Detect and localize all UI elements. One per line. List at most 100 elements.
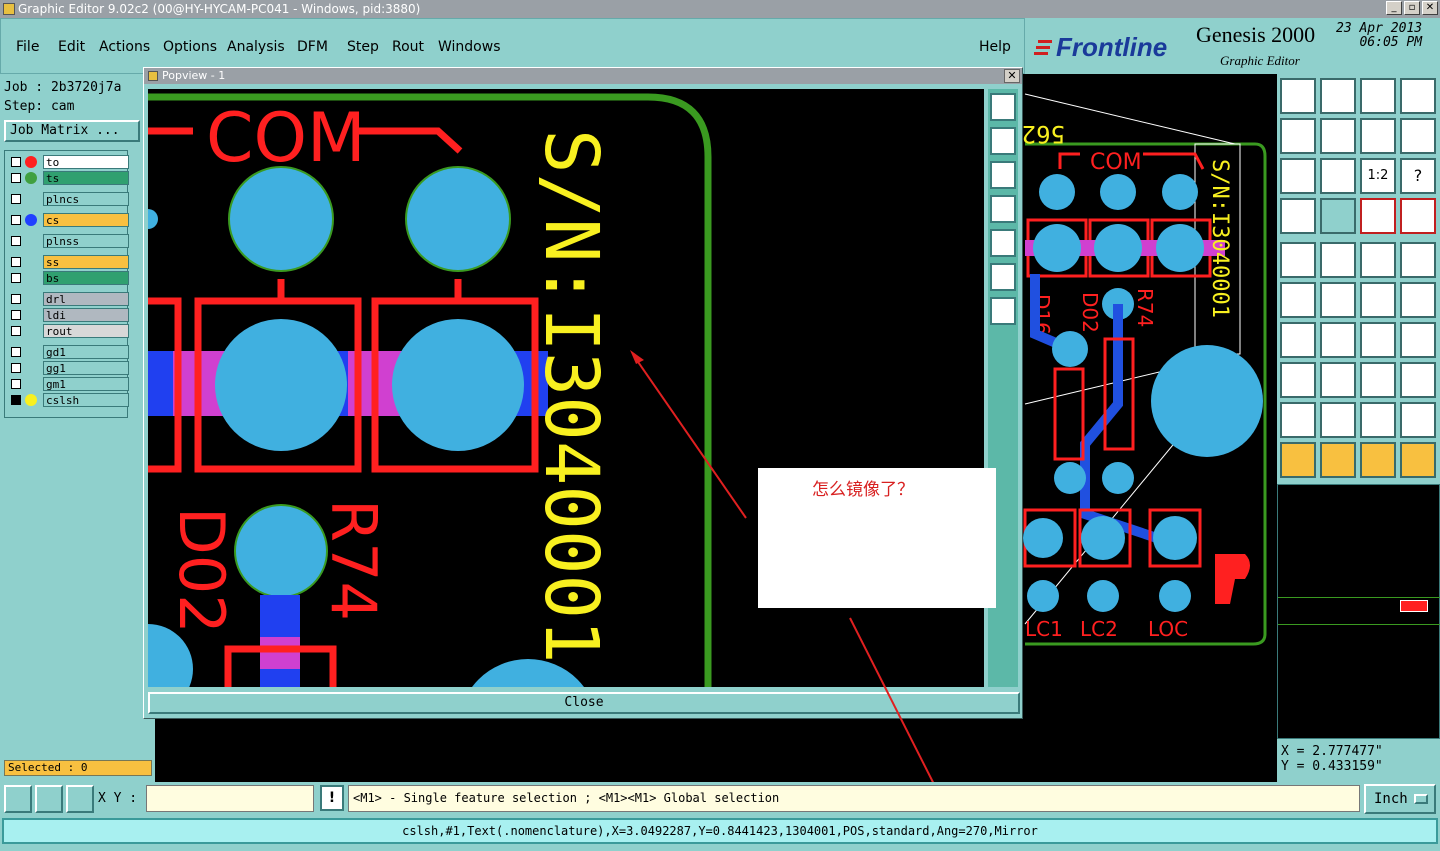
layer-checkbox[interactable] bbox=[11, 257, 21, 267]
tool-button[interactable] bbox=[1360, 402, 1396, 438]
tool-button[interactable] bbox=[1400, 362, 1436, 398]
tool-button[interactable] bbox=[1360, 118, 1396, 154]
menu-file[interactable]: File bbox=[16, 39, 39, 55]
alert-button[interactable]: ! bbox=[320, 785, 344, 811]
tool-button[interactable] bbox=[1400, 402, 1436, 438]
tool-button[interactable] bbox=[1400, 198, 1436, 234]
tool-button[interactable] bbox=[1400, 118, 1436, 154]
layer-row[interactable]: drl bbox=[9, 292, 129, 306]
xy-input[interactable] bbox=[146, 785, 314, 812]
menu-edit[interactable]: Edit bbox=[58, 39, 85, 55]
popview-zoom-in-button[interactable] bbox=[990, 297, 1016, 325]
close-window-button[interactable]: ✕ bbox=[1422, 1, 1438, 15]
popview-zoom-fit-button[interactable] bbox=[990, 93, 1016, 121]
tool-button[interactable] bbox=[1320, 282, 1356, 318]
layer-checkbox[interactable] bbox=[11, 173, 21, 183]
popview-pan-up-button[interactable] bbox=[990, 127, 1016, 155]
tool-button[interactable] bbox=[1280, 282, 1316, 318]
pcb-logo-icon bbox=[1215, 554, 1250, 604]
select-pointer-icon[interactable] bbox=[1400, 442, 1436, 478]
tool-button[interactable] bbox=[1280, 362, 1316, 398]
layer-checkbox[interactable] bbox=[11, 379, 21, 389]
layer-row[interactable]: ss bbox=[9, 255, 129, 269]
menu-step[interactable]: Step bbox=[347, 39, 379, 55]
layer-row[interactable]: cslsh bbox=[9, 393, 129, 407]
menu-rout[interactable]: Rout bbox=[392, 39, 424, 55]
unit-selector[interactable]: Inch bbox=[1364, 784, 1436, 814]
layer-checkbox[interactable] bbox=[11, 273, 21, 283]
tool-button[interactable] bbox=[1320, 242, 1356, 278]
minimize-button[interactable]: _ bbox=[1386, 1, 1402, 15]
ruler-button[interactable] bbox=[1360, 242, 1396, 278]
tool-button[interactable] bbox=[1320, 158, 1356, 194]
tool-button[interactable] bbox=[1320, 78, 1356, 114]
maximize-button[interactable]: ▫ bbox=[1404, 1, 1420, 15]
menu-options[interactable]: Options bbox=[163, 39, 217, 55]
layer-row[interactable]: ts bbox=[9, 171, 129, 185]
tool-button[interactable] bbox=[1320, 322, 1356, 358]
layer-checkbox[interactable] bbox=[11, 236, 21, 246]
tool-button[interactable] bbox=[1360, 362, 1396, 398]
snap-icon[interactable] bbox=[4, 785, 32, 813]
job-matrix-button[interactable]: Job Matrix ... bbox=[4, 120, 140, 142]
layer-row[interactable]: bs bbox=[9, 271, 129, 285]
grid-button[interactable] bbox=[1320, 198, 1356, 234]
tool-button[interactable] bbox=[1280, 322, 1316, 358]
layer-checkbox[interactable] bbox=[11, 157, 21, 167]
tool-button[interactable] bbox=[1400, 322, 1436, 358]
measure-icon[interactable] bbox=[35, 785, 63, 813]
layer-checkbox[interactable] bbox=[11, 215, 21, 225]
grid-snap-icon[interactable] bbox=[66, 785, 94, 813]
tool-button[interactable] bbox=[1360, 78, 1396, 114]
popview-pan-right-button[interactable] bbox=[990, 229, 1016, 257]
zoom-ratio-button[interactable]: 1:2 bbox=[1360, 158, 1396, 194]
product-name: Genesis 2000 bbox=[1196, 22, 1316, 47]
tool-button[interactable] bbox=[1280, 158, 1316, 194]
layer-row[interactable]: gd1 bbox=[9, 345, 129, 359]
layer-row[interactable]: ldi bbox=[9, 308, 129, 322]
layer-row[interactable]: plnss bbox=[9, 234, 129, 248]
tool-button[interactable] bbox=[1280, 402, 1316, 438]
tool-button[interactable] bbox=[1360, 282, 1396, 318]
tool-button[interactable] bbox=[1280, 198, 1316, 234]
help-icon[interactable]: ? bbox=[1400, 158, 1436, 194]
layer-row[interactable]: gm1 bbox=[9, 377, 129, 391]
tool-button[interactable] bbox=[1360, 322, 1396, 358]
layer-checkbox[interactable] bbox=[11, 326, 21, 336]
tool-button[interactable] bbox=[1320, 118, 1356, 154]
layer-checkbox[interactable] bbox=[11, 395, 21, 405]
tool-button[interactable] bbox=[1360, 198, 1396, 234]
menu-help[interactable]: Help bbox=[979, 39, 1011, 55]
select-pointer-icon[interactable] bbox=[1320, 442, 1356, 478]
tool-button[interactable] bbox=[1280, 242, 1316, 278]
overview-minimap[interactable] bbox=[1277, 484, 1440, 739]
tool-button[interactable] bbox=[1320, 362, 1356, 398]
menu-analysis[interactable]: Analysis bbox=[227, 39, 285, 55]
layer-row[interactable]: plncs bbox=[9, 192, 129, 206]
tool-button[interactable] bbox=[1400, 78, 1436, 114]
tool-button[interactable] bbox=[1400, 242, 1436, 278]
menu-actions[interactable]: Actions bbox=[99, 39, 150, 55]
layer-row[interactable]: rout bbox=[9, 324, 129, 338]
menu-windows[interactable]: Windows bbox=[438, 39, 501, 55]
popview-zoom-out-button[interactable] bbox=[990, 263, 1016, 291]
tool-button[interactable] bbox=[1280, 118, 1316, 154]
popview-pan-down-button[interactable] bbox=[990, 161, 1016, 189]
layer-checkbox[interactable] bbox=[11, 347, 21, 357]
layer-checkbox[interactable] bbox=[11, 363, 21, 373]
layer-row[interactable]: to bbox=[9, 155, 129, 169]
layer-checkbox[interactable] bbox=[11, 194, 21, 204]
layer-row[interactable]: cs bbox=[9, 213, 129, 227]
layer-row[interactable]: gg1 bbox=[9, 361, 129, 375]
popview-close-icon[interactable]: ✕ bbox=[1004, 69, 1020, 83]
popview-close-button[interactable]: Close bbox=[148, 692, 1020, 714]
select-pointer-icon[interactable] bbox=[1360, 442, 1396, 478]
popview-pan-left-button[interactable] bbox=[990, 195, 1016, 223]
layer-checkbox[interactable] bbox=[11, 310, 21, 320]
tool-button[interactable] bbox=[1320, 402, 1356, 438]
tool-button[interactable] bbox=[1400, 282, 1436, 318]
tool-button[interactable] bbox=[1280, 78, 1316, 114]
layer-checkbox[interactable] bbox=[11, 294, 21, 304]
select-pointer-icon[interactable] bbox=[1280, 442, 1316, 478]
menu-dfm[interactable]: DFM bbox=[297, 39, 328, 55]
